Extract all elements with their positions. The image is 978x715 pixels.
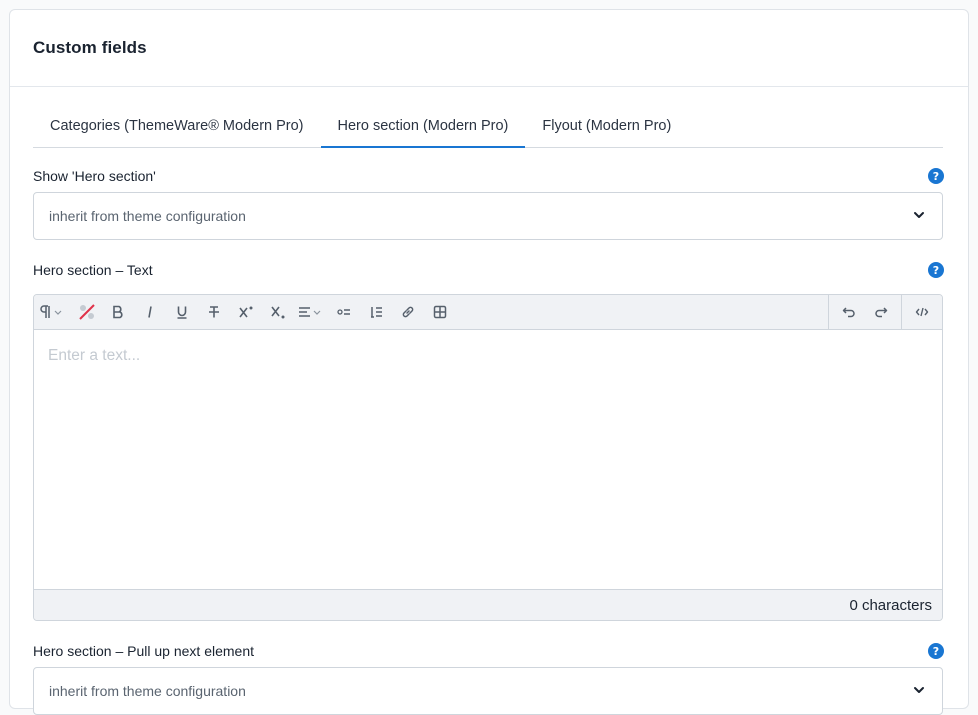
editor-footer: 0 characters	[34, 589, 942, 620]
underline-icon[interactable]	[166, 295, 198, 329]
text-align-icon[interactable]	[294, 295, 328, 329]
hero-text-label-row: Hero section – Text ?	[33, 260, 944, 280]
custom-fields-card: Custom fields Categories (ThemeWare® Mod…	[9, 9, 969, 715]
show-hero-select-value: inherit from theme configuration	[49, 208, 246, 224]
italic-icon[interactable]	[134, 295, 166, 329]
numbered-list-icon[interactable]	[360, 295, 392, 329]
show-hero-label: Show 'Hero section'	[33, 168, 156, 184]
card-title: Custom fields	[33, 38, 147, 57]
editor-toolbar	[34, 295, 942, 330]
tab-categories[interactable]: Categories (ThemeWare® Modern Pro)	[33, 114, 321, 147]
show-hero-label-row: Show 'Hero section' ?	[33, 166, 944, 186]
help-icon[interactable]: ?	[928, 168, 944, 184]
card-body: Categories (ThemeWare® Modern Pro) Hero …	[10, 87, 968, 715]
pull-up-label: Hero section – Pull up next element	[33, 643, 255, 659]
show-hero-select[interactable]: inherit from theme configuration	[33, 192, 943, 240]
clear-format-icon[interactable]	[72, 295, 102, 329]
superscript-icon[interactable]	[230, 295, 262, 329]
strikethrough-icon[interactable]	[198, 295, 230, 329]
pull-up-select[interactable]: inherit from theme configuration	[33, 667, 943, 715]
undo-icon[interactable]	[833, 295, 865, 329]
code-group	[901, 295, 942, 329]
hero-text-editor: Enter a text... 0 characters	[33, 294, 943, 621]
tab-hero-section[interactable]: Hero section (Modern Pro)	[320, 115, 526, 148]
help-icon[interactable]: ?	[928, 262, 944, 278]
tab-flyout[interactable]: Flyout (Modern Pro)	[525, 114, 688, 147]
bullet-list-icon[interactable]	[328, 295, 360, 329]
toolbar-right-group	[828, 295, 942, 329]
link-icon[interactable]	[392, 295, 424, 329]
redo-icon[interactable]	[865, 295, 897, 329]
pull-up-label-row: Hero section – Pull up next element ?	[33, 641, 944, 661]
chevron-down-icon	[914, 212, 924, 218]
paragraph-format-icon[interactable]	[34, 295, 72, 329]
tab-bar: Categories (ThemeWare® Modern Pro) Hero …	[33, 87, 943, 148]
card-header: Custom fields	[10, 10, 968, 87]
subscript-icon[interactable]	[262, 295, 294, 329]
bold-icon[interactable]	[102, 295, 134, 329]
hero-text-label: Hero section – Text	[33, 262, 153, 278]
chevron-down-icon	[914, 687, 924, 693]
table-icon[interactable]	[424, 295, 456, 329]
history-group	[828, 295, 901, 329]
pull-up-select-value: inherit from theme configuration	[49, 683, 246, 699]
hero-text-content-area[interactable]: Enter a text...	[34, 330, 942, 589]
help-icon[interactable]: ?	[928, 643, 944, 659]
code-view-icon[interactable]	[906, 295, 938, 329]
character-count: 0 characters	[849, 596, 932, 614]
